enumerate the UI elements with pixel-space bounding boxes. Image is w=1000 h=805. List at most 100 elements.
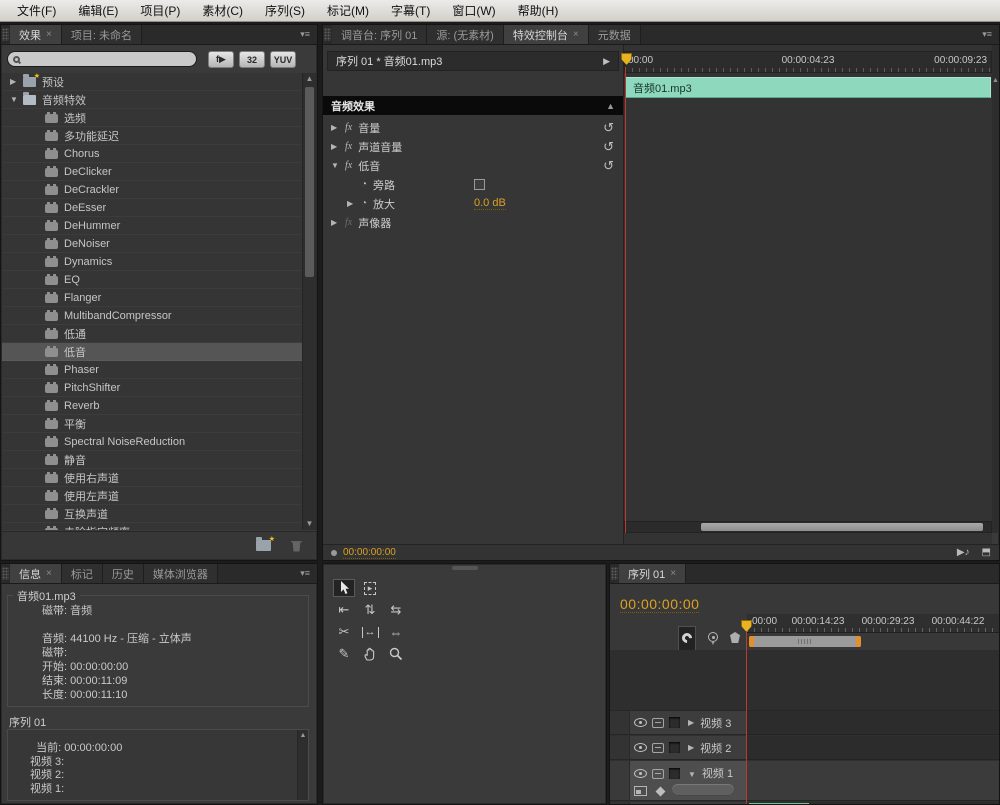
tab-sequence-01[interactable]: 序列 01 ×: [619, 564, 686, 583]
audio-clip-bar[interactable]: 音频01.mp3: [625, 77, 991, 98]
menu-item[interactable]: 编辑(E): [67, 0, 129, 22]
expand-arrow-icon[interactable]: ▶: [347, 199, 359, 208]
effect-list-item[interactable]: DeCrackler: [2, 181, 302, 199]
tab-markers[interactable]: 标记: [62, 564, 103, 583]
sync-lock-icon[interactable]: [652, 718, 664, 728]
panel-grip[interactable]: [611, 567, 618, 580]
encore-chapter-marker-button[interactable]: ▾: [708, 632, 718, 646]
tree-expand-arrow[interactable]: ▶: [10, 77, 23, 86]
track-content-video3[interactable]: [747, 711, 999, 735]
panel-grip[interactable]: [452, 566, 478, 570]
toggle-audio-loop-icon[interactable]: ⬒: [982, 547, 991, 558]
tab-effect-controls[interactable]: 特效控制台 ×: [504, 25, 589, 44]
effect-list-item[interactable]: 互换声道: [2, 505, 302, 523]
reset-icon[interactable]: ↺: [603, 158, 614, 174]
collapse-arrow-icon[interactable]: ▼: [331, 161, 343, 170]
track-lock-toggle[interactable]: [669, 742, 680, 753]
rolling-edit-tool[interactable]: ⇅: [359, 601, 381, 619]
playhead-line[interactable]: [625, 67, 626, 533]
collapse-track-icon[interactable]: ▼: [688, 770, 696, 779]
vertical-scrollbar[interactable]: ▲: [992, 45, 999, 533]
panel-grip[interactable]: [2, 28, 9, 41]
bypass-checkbox[interactable]: [474, 179, 485, 190]
track-lock-toggle[interactable]: [669, 768, 680, 779]
search-box[interactable]: [7, 51, 197, 67]
close-icon[interactable]: ×: [670, 568, 676, 579]
effect-list-item[interactable]: 静音: [2, 451, 302, 469]
scroll-down-icon[interactable]: ▼: [303, 518, 316, 530]
close-icon[interactable]: ×: [46, 29, 52, 40]
audio-effects-section[interactable]: 音频效果 ▲: [323, 96, 623, 115]
track-content-audio1[interactable]: 音频01.m: [747, 802, 999, 804]
work-area-bar[interactable]: [749, 636, 861, 647]
effect-list-item[interactable]: Phaser: [2, 361, 302, 379]
search-input[interactable]: [24, 52, 194, 66]
audio-clip[interactable]: 音频01.m: [749, 803, 809, 804]
scroll-up-icon[interactable]: ▲: [300, 732, 307, 739]
snap-toggle[interactable]: [678, 626, 696, 652]
tab-info[interactable]: 信息 ×: [10, 564, 62, 583]
effect-row-bass[interactable]: ▼ fx 低音 ↺: [323, 156, 624, 175]
fx-icon[interactable]: fx: [345, 160, 352, 171]
fx-icon[interactable]: fx: [345, 141, 352, 152]
track-lock-toggle[interactable]: [669, 717, 680, 728]
hand-tool[interactable]: [359, 645, 381, 663]
expand-arrow-icon[interactable]: ▶: [331, 142, 343, 151]
effect-list-item[interactable]: 多功能延迟: [2, 127, 302, 145]
track-header-audio1[interactable]: ▶ 音频 1: [610, 802, 747, 804]
stopwatch-icon[interactable]: ◔: [361, 179, 367, 190]
menu-item[interactable]: 帮助(H): [507, 0, 570, 22]
sync-lock-icon[interactable]: [652, 743, 664, 753]
effect-list-item[interactable]: Spectral NoiseReduction: [2, 433, 302, 451]
tab-project[interactable]: 项目: 未命名: [62, 25, 142, 44]
clip-header[interactable]: 序列 01 * 音频01.mp3 ▶: [327, 51, 619, 71]
close-icon[interactable]: ×: [46, 568, 52, 579]
effect-list-item[interactable]: Chorus: [2, 145, 302, 163]
track-select-tool[interactable]: ▸: [359, 579, 381, 597]
effect-row-channel-volume[interactable]: ▶ fx 声道音量 ↺: [323, 137, 624, 156]
keyframe-nav-pill[interactable]: [672, 784, 734, 796]
time-ruler[interactable]: 00:00 00:00:14:23 00:00:29:23 00:00:44:2…: [747, 614, 999, 633]
sequence-timecode[interactable]: 00:00:00:00: [620, 596, 699, 613]
sync-lock-icon[interactable]: [652, 769, 664, 779]
rate-stretch-tool[interactable]: ⇆: [385, 601, 407, 619]
menu-item[interactable]: 项目(P): [129, 0, 191, 22]
track-header-video1[interactable]: ▼ 视频 1: [610, 761, 747, 801]
accelerated-effects-badge[interactable]: f▶: [208, 51, 234, 68]
reset-icon[interactable]: ↺: [603, 120, 614, 136]
ripple-edit-tool[interactable]: ⇤: [333, 601, 355, 619]
horizontal-scrollbar[interactable]: [624, 521, 992, 533]
expand-track-icon[interactable]: ▶: [688, 743, 694, 752]
effect-list-item[interactable]: PitchShifter: [2, 379, 302, 397]
close-icon[interactable]: ×: [573, 29, 579, 40]
panel-menu-icon[interactable]: ▾≡: [975, 25, 999, 44]
menu-item[interactable]: 字幕(T): [380, 0, 441, 22]
menu-item[interactable]: 素材(C): [191, 0, 254, 22]
selection-tool[interactable]: [333, 579, 355, 597]
menu-item[interactable]: 标记(M): [316, 0, 380, 22]
yuv-badge[interactable]: YUV: [270, 51, 296, 68]
menu-item[interactable]: 窗口(W): [441, 0, 506, 22]
effect-list-item[interactable]: Reverb: [2, 397, 302, 415]
show-keyframes-icon[interactable]: [656, 786, 666, 796]
track-header-video3[interactable]: ▶ 视频 3: [610, 711, 747, 735]
effect-list-item[interactable]: 低音: [2, 343, 302, 361]
tab-source-monitor[interactable]: 源: (无素材): [427, 25, 503, 44]
delete-custom-item-icon[interactable]: [291, 540, 302, 552]
effect-list-item[interactable]: ▶ 预设: [2, 73, 302, 91]
toggle-track-output-icon[interactable]: [634, 718, 647, 727]
panel-grip[interactable]: [2, 567, 9, 580]
effect-list-item[interactable]: Flanger: [2, 289, 302, 307]
effect-list-item[interactable]: 使用右声道: [2, 469, 302, 487]
scrollbar-thumb[interactable]: [701, 523, 983, 531]
set-unnumbered-marker-button[interactable]: [730, 630, 740, 648]
scrollbar-thumb[interactable]: [305, 87, 314, 277]
effect-list-item[interactable]: Dynamics: [2, 253, 302, 271]
menu-item[interactable]: 序列(S): [254, 0, 316, 22]
slide-tool[interactable]: ⇔: [385, 623, 407, 641]
info-scrollbar[interactable]: ▲: [297, 730, 308, 800]
scroll-up-icon[interactable]: ▲: [303, 73, 316, 85]
effect-list-item[interactable]: 低通: [2, 325, 302, 343]
toggle-track-output-icon[interactable]: [634, 743, 647, 752]
current-timecode[interactable]: 00:00:00:00: [343, 547, 396, 559]
